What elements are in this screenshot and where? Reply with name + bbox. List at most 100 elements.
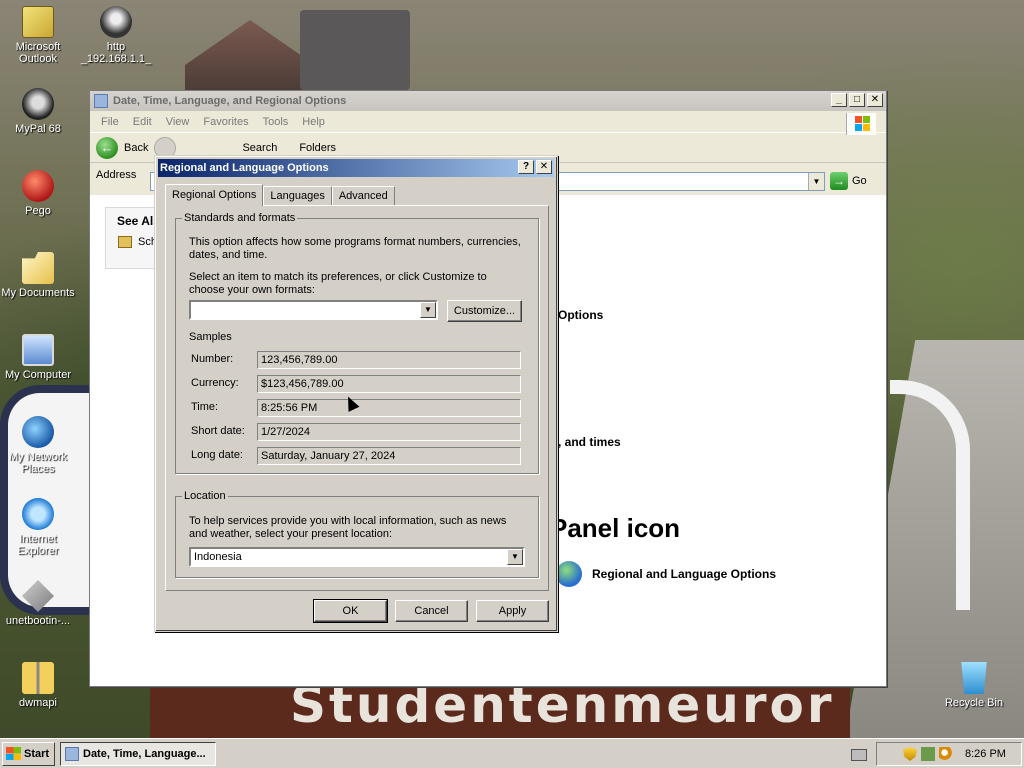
clock[interactable]: 8:26 PM — [965, 748, 1006, 760]
menu-file[interactable]: File — [94, 116, 126, 128]
regional-options-link[interactable]: Regional and Language Options — [556, 561, 776, 587]
explorer-caption-buttons: _ □ ✕ — [831, 93, 883, 107]
desktop-icon-label: My Documents — [1, 287, 75, 299]
folders-button[interactable]: Folders — [299, 142, 336, 154]
chevron-down-icon[interactable]: ▼ — [808, 173, 824, 190]
content-panel-heading: Panel icon — [550, 513, 681, 543]
location-legend: Location — [184, 490, 226, 502]
my-documents-icon — [22, 252, 54, 284]
control-panel-icon — [65, 746, 79, 761]
control-panel-icon — [94, 94, 108, 108]
cancel-button[interactable]: Cancel — [395, 600, 468, 622]
tab-regional-options[interactable]: Regional Options — [165, 184, 264, 206]
network-icon[interactable] — [921, 747, 935, 761]
security-shield-icon[interactable] — [903, 747, 917, 761]
chevron-down-icon[interactable]: ▼ — [507, 549, 523, 565]
menu-favorites[interactable]: Favorites — [196, 116, 255, 128]
menu-view[interactable]: View — [159, 116, 197, 128]
ok-button[interactable]: OK — [313, 599, 388, 623]
sample-time-label: Time: — [191, 401, 219, 413]
help-button[interactable]: ? — [518, 160, 534, 174]
menu-help[interactable]: Help — [295, 116, 332, 128]
network-places-icon — [22, 416, 54, 448]
taskbar-button-explorer[interactable]: Date, Time, Language... — [60, 741, 216, 766]
desktop-icon-recycle-bin[interactable]: Recycle Bin — [936, 662, 1012, 709]
desktop-icon-label: unetbootin-... — [5, 615, 71, 627]
customize-button[interactable]: Customize... — [447, 300, 522, 322]
desktop-icon-dwmapi[interactable]: dwmapi — [0, 662, 76, 709]
regional-options-label: Regional and Language Options — [592, 567, 777, 581]
desktop-icon-label: MyPal 68 — [15, 123, 61, 135]
dialog-titlebar[interactable]: Regional and Language Options ? ✕ — [158, 159, 554, 177]
taskbar-button-label: Date, Time, Language... — [83, 747, 206, 760]
go-arrow-icon: → — [830, 172, 848, 190]
minimize-button[interactable]: _ — [831, 93, 847, 107]
sample-number-label: Number: — [191, 353, 234, 365]
pego-icon — [22, 170, 54, 202]
explorer-title: Date, Time, Language, and Regional Optio… — [113, 95, 347, 107]
location-description: To help services provide you with local … — [189, 515, 507, 540]
sample-short-date-value: 1/27/2024 — [257, 423, 521, 441]
keyboard-icon[interactable] — [851, 749, 867, 761]
search-button[interactable]: Search — [242, 142, 277, 154]
desktop-icon-internet-explorer[interactable]: Internet Explorer — [0, 498, 76, 557]
maximize-button[interactable]: □ — [849, 93, 865, 107]
content-options-heading: Options — [558, 308, 604, 322]
globe-icon — [556, 561, 582, 587]
zip-folder-icon — [22, 662, 54, 694]
desktop-icon-network-places[interactable]: My Network Places — [0, 416, 76, 475]
menu-edit[interactable]: Edit — [126, 116, 159, 128]
windows-logo-icon — [846, 113, 876, 135]
desktop-icon-my-computer[interactable]: My Computer — [0, 334, 76, 381]
desktop-icon-label: http _192.168.1.1_ — [80, 41, 152, 65]
desktop-icon-label: Recycle Bin — [944, 697, 1004, 709]
dialog-close-button[interactable]: ✕ — [536, 160, 552, 174]
search-icon[interactable] — [939, 747, 953, 761]
sample-number-value: 123,456,789.00 — [257, 351, 521, 369]
tab-advanced[interactable]: Advanced — [331, 186, 395, 206]
desktop-icon-outlook[interactable]: Microsoft Outlook — [0, 6, 76, 65]
back-button-label[interactable]: Back — [124, 142, 148, 154]
desktop-icon-pego[interactable]: Pego — [0, 170, 76, 217]
content-times-link[interactable]: , and times — [558, 435, 621, 449]
menu-tools[interactable]: Tools — [256, 116, 296, 128]
outlook-icon — [22, 6, 54, 38]
sample-long-date-label: Long date: — [191, 449, 243, 461]
dialog-title: Regional and Language Options — [160, 162, 329, 174]
location-select-value: Indonesia — [194, 551, 242, 563]
desktop-icon-mypal[interactable]: MyPal 68 — [0, 88, 76, 135]
chevron-down-icon[interactable]: ▼ — [420, 302, 436, 318]
address-label: Address — [96, 169, 137, 181]
start-label: Start — [24, 747, 50, 760]
standards-legend: Standards and formats — [184, 212, 296, 224]
sample-currency-value: $123,456,789.00 — [257, 375, 521, 393]
mypal-icon — [22, 88, 54, 120]
recycle-bin-icon — [961, 662, 987, 694]
standards-description: This option affects how some programs fo… — [189, 236, 521, 261]
desktop-icon-unetbootin[interactable]: unetbootin-... — [0, 580, 76, 627]
format-select[interactable]: ▼ — [189, 300, 438, 320]
explorer-menubar: File Edit View Favorites Tools Help — [90, 111, 886, 133]
background-road-marking — [890, 380, 970, 610]
tab-languages[interactable]: Languages — [263, 186, 332, 206]
windows-logo-icon — [6, 747, 21, 760]
go-button[interactable]: → Go — [830, 172, 867, 190]
regional-options-dialog[interactable]: Regional and Language Options ? ✕ Region… — [154, 155, 558, 632]
background-sign — [300, 10, 410, 90]
desktop-icon-my-documents[interactable]: My Documents — [0, 252, 76, 299]
sample-currency-label: Currency: — [191, 377, 239, 389]
explorer-titlebar[interactable]: Date, Time, Language, and Regional Optio… — [90, 91, 886, 111]
close-button[interactable]: ✕ — [867, 93, 883, 107]
apply-button[interactable]: Apply — [476, 600, 549, 622]
location-group: Location To help services provide you wi… — [175, 490, 539, 578]
sample-short-date-label: Short date: — [191, 425, 245, 437]
start-button[interactable]: Start — [2, 741, 55, 766]
sample-time-value: 8:25:56 PM — [257, 399, 521, 417]
desktop-icon-label: Internet Explorer — [17, 533, 59, 557]
system-tray: 8:26 PM — [851, 742, 1022, 766]
sample-long-date-value: Saturday, January 27, 2024 — [257, 447, 521, 465]
back-arrow-icon[interactable]: ← — [96, 136, 118, 159]
location-select[interactable]: Indonesia ▼ — [189, 547, 525, 567]
desktop-icon-http[interactable]: http _192.168.1.1_ — [78, 6, 154, 65]
desktop-icon-label: My Computer — [4, 369, 72, 381]
